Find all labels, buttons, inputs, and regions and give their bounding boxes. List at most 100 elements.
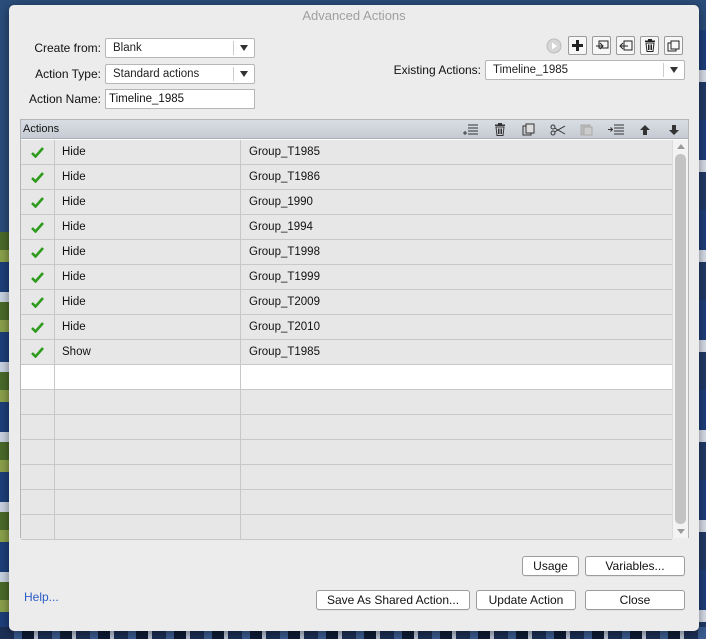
action-cell[interactable]: Hide [55,215,241,239]
target-cell[interactable]: Group_T1986 [241,165,672,189]
existing-actions-value: Timeline_1985 [493,64,569,76]
checkmark-icon[interactable] [21,290,55,314]
add-icon[interactable] [568,36,587,55]
empty-cell[interactable] [55,440,241,464]
empty-row[interactable] [21,415,672,440]
indent-icon[interactable] [601,120,630,139]
target-cell[interactable]: Group_T2009 [241,290,672,314]
empty-cell[interactable] [241,390,672,414]
empty-cell[interactable] [21,415,55,439]
create-from-select[interactable]: Blank [105,38,255,58]
checkmark-icon[interactable] [21,190,55,214]
move-up-icon[interactable] [630,120,659,139]
empty-cell[interactable] [21,390,55,414]
empty-cell[interactable] [241,515,672,539]
empty-cell[interactable] [21,465,55,489]
empty-cell[interactable] [55,365,241,389]
empty-row[interactable] [21,465,672,490]
insert-row-icon[interactable] [456,120,485,139]
window-title: Advanced Actions [302,8,406,23]
empty-cell[interactable] [241,365,672,389]
vertical-scrollbar[interactable] [672,140,688,538]
checkmark-icon[interactable] [21,240,55,264]
scroll-thumb[interactable] [675,154,686,524]
empty-cell[interactable] [241,490,672,514]
empty-row[interactable] [21,440,672,465]
checkmark-icon[interactable] [21,140,55,164]
copy-row-icon[interactable] [514,120,543,139]
checkmark-icon[interactable] [21,340,55,364]
target-cell[interactable]: Group_1994 [241,215,672,239]
action-type-value: Standard actions [113,68,200,80]
checkmark-icon[interactable] [21,315,55,339]
action-cell[interactable]: Hide [55,240,241,264]
table-row[interactable]: Show Group_T1985 [21,340,672,365]
move-down-icon[interactable] [659,120,688,139]
empty-row[interactable] [21,365,672,390]
checkmark-icon[interactable] [21,215,55,239]
table-row[interactable]: Hide Group_T1985 [21,140,672,165]
update-action-button[interactable]: Update Action [476,590,576,610]
table-row[interactable]: Hide Group_T1999 [21,265,672,290]
existing-actions-select[interactable]: Timeline_1985 [485,60,685,80]
scroll-up-icon[interactable] [677,144,685,149]
action-cell[interactable]: Hide [55,190,241,214]
empty-row[interactable] [21,490,672,515]
target-cell[interactable]: Group_1990 [241,190,672,214]
action-cell[interactable]: Hide [55,290,241,314]
delete-icon[interactable] [640,36,659,55]
table-row[interactable]: Hide Group_T2010 [21,315,672,340]
chevron-down-icon [240,71,248,77]
duplicate-icon[interactable] [592,36,611,55]
empty-cell[interactable] [241,465,672,489]
table-row[interactable]: Hide Group_1990 [21,190,672,215]
actions-header-label: Actions [23,123,60,135]
empty-row[interactable] [21,515,672,540]
empty-cell[interactable] [55,465,241,489]
empty-cell[interactable] [21,365,55,389]
empty-cell[interactable] [21,490,55,514]
target-cell[interactable]: Group_T1985 [241,340,672,364]
variables-button[interactable]: Variables... [585,556,685,576]
action-cell[interactable]: Hide [55,165,241,189]
top-toolbar [544,36,683,55]
table-row[interactable]: Hide Group_T1998 [21,240,672,265]
checkmark-icon[interactable] [21,165,55,189]
empty-row[interactable] [21,390,672,415]
table-row[interactable]: Hide Group_1994 [21,215,672,240]
empty-cell[interactable] [55,490,241,514]
empty-cell[interactable] [55,390,241,414]
empty-cell[interactable] [55,415,241,439]
target-cell[interactable]: Group_T1998 [241,240,672,264]
cut-icon[interactable] [543,120,572,139]
empty-cell[interactable] [55,515,241,539]
checkmark-icon[interactable] [21,265,55,289]
help-link[interactable]: Help... [24,590,59,604]
table-row[interactable]: Hide Group_T2009 [21,290,672,315]
delete-row-icon[interactable] [485,120,514,139]
empty-cell[interactable] [21,440,55,464]
empty-cell[interactable] [241,440,672,464]
target-cell[interactable]: Group_T2010 [241,315,672,339]
empty-cell[interactable] [241,415,672,439]
usage-button[interactable]: Usage [522,556,579,576]
action-type-select[interactable]: Standard actions [105,64,255,84]
chevron-down-icon [240,45,248,51]
table-row[interactable]: Hide Group_T1986 [21,165,672,190]
scroll-down-icon[interactable] [677,529,685,534]
action-cell[interactable]: Hide [55,140,241,164]
paste-icon[interactable] [572,120,601,139]
import-icon[interactable] [616,36,635,55]
target-cell[interactable]: Group_T1985 [241,140,672,164]
copy-icon[interactable] [664,36,683,55]
empty-cell[interactable] [21,515,55,539]
action-cell[interactable]: Hide [55,315,241,339]
action-cell[interactable]: Hide [55,265,241,289]
target-cell[interactable]: Group_T1999 [241,265,672,289]
action-cell[interactable]: Show [55,340,241,364]
preview-icon[interactable] [544,36,563,55]
action-name-input[interactable] [105,89,255,109]
close-button[interactable]: Close [585,590,685,610]
save-shared-action-button[interactable]: Save As Shared Action... [316,590,470,610]
action-name-row: Action Name: [9,89,255,109]
